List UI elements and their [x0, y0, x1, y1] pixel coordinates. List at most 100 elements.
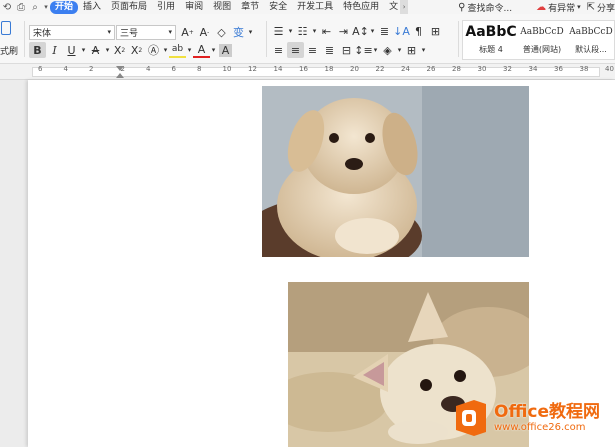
tab-scroll-right-icon[interactable]: › [400, 0, 409, 14]
chevron-down-icon[interactable]: ▾ [396, 42, 403, 58]
grow-font-icon[interactable]: A + [179, 24, 196, 40]
style-preview: AaBbCcD [520, 27, 564, 37]
tab-start[interactable]: 开始 [50, 0, 79, 14]
print-preview-icon[interactable]: ⌕ [28, 0, 42, 14]
chevron-down-icon[interactable]: ▾ [287, 23, 294, 39]
horizontal-ruler[interactable]: 6 4 2 2 4 6 8 10 12 14 16 18 20 22 24 26 28 30 32 34 36 38 40 [0, 64, 615, 80]
underline-icon[interactable]: U [63, 42, 80, 58]
subscript-icon[interactable]: X2 [128, 42, 145, 58]
ruler-number: 8 [197, 65, 202, 73]
style-normal-web[interactable]: AaBbCcD 普通(网站) [517, 23, 567, 55]
ruler-number: 24 [401, 65, 410, 73]
increase-indent-icon[interactable]: ⇥ [335, 23, 352, 39]
align-left-icon[interactable]: ≡ [270, 42, 287, 58]
tab-page-layout[interactable]: 页面布局 [106, 0, 152, 14]
text-direction-icon[interactable]: A↕ [352, 23, 369, 39]
ruler-number: 18 [324, 65, 334, 73]
chinese-layout-icon[interactable]: ≣ [376, 23, 393, 39]
text-effect-icon[interactable]: Ⓐ [145, 42, 162, 58]
first-line-indent-marker[interactable] [116, 66, 124, 71]
highlight-icon[interactable]: ab [169, 42, 186, 58]
borders-icon[interactable]: ⊞ [403, 42, 420, 58]
character-shading-icon[interactable]: A [219, 43, 232, 57]
print-icon[interactable]: ⎙ [14, 0, 28, 14]
tab-developer[interactable]: 开发工具 [292, 0, 338, 14]
chevron-down-icon[interactable]: ▾ [80, 42, 87, 58]
ruler-number: 40 [605, 65, 614, 73]
share-label: 分享 [596, 3, 615, 14]
strikethrough-icon[interactable]: A [87, 42, 104, 58]
share-button[interactable]: ⇱ 分享 [587, 1, 615, 14]
format-painter-button[interactable]: 式刷 [0, 20, 22, 57]
search-command[interactable]: ⚲ 查找命令... [458, 1, 512, 14]
ruler-number: 2 [89, 65, 94, 73]
ruler-number: 28 [452, 65, 461, 73]
document-page[interactable]: Office教程网 www.office26.com [28, 80, 615, 447]
superscript-icon[interactable]: X2 [111, 42, 128, 58]
chevron-down-icon[interactable]: ▾ [311, 23, 318, 39]
tab-chapter[interactable]: 章节 [236, 0, 264, 14]
font-name-select[interactable]: 宋体 ▾ [29, 24, 115, 40]
paragraph-row-2: ≡ ≡ ≡ ≣ ⊟ ↕≡ ▾ ◈ ▾ ⊞ ▾ [270, 42, 427, 58]
separator [24, 21, 25, 57]
shading-icon[interactable]: ◈ [379, 42, 396, 58]
left-indent-marker[interactable] [116, 73, 124, 78]
phonetic-guide-icon[interactable]: 变 [230, 24, 247, 40]
tab-review[interactable]: 审阅 [180, 0, 208, 14]
chevron-down-icon[interactable]: ▾ [420, 42, 427, 58]
table-tools-icon[interactable]: ⊞ [427, 23, 444, 39]
distribute-icon[interactable]: ⊟ [338, 42, 355, 58]
paintbrush-icon [1, 21, 11, 35]
chevron-down-icon[interactable]: ▾ [210, 42, 217, 58]
format-painter-label: 式刷 [0, 47, 19, 57]
tab-more[interactable]: 文 [384, 0, 400, 14]
font-size-select[interactable]: 三号 ▾ [116, 24, 176, 40]
tab-special-apps[interactable]: 特色应用 [338, 0, 384, 14]
ruler-number: 10 [222, 65, 232, 73]
ruler-number: 30 [477, 65, 487, 73]
style-heading-4[interactable]: AaBbC 标题 4 [465, 23, 517, 55]
chevron-down-icon[interactable]: ▾ [186, 42, 193, 58]
tab-references[interactable]: 引用 [152, 0, 180, 14]
tab-view[interactable]: 视图 [208, 0, 236, 14]
chevron-down-icon: ▾ [107, 28, 111, 36]
menu-bar: ⟲ ⎙ ⌕ ▾ 开始 插入 页面布局 引用 审阅 视图 章节 安全 开发工具 特… [0, 0, 615, 14]
chevron-down-icon[interactable]: ▾ [369, 23, 376, 39]
justify-icon[interactable]: ≣ [321, 42, 338, 58]
chevron-down-icon[interactable]: ▾ [372, 42, 379, 58]
show-hide-marks-icon[interactable]: ¶ [410, 23, 427, 39]
font-color-icon[interactable]: A [193, 42, 210, 58]
shrink-font-icon[interactable]: A- [196, 24, 213, 40]
tab-security[interactable]: 安全 [264, 0, 292, 14]
style-preview: AaBbC [465, 24, 517, 40]
clear-format-icon[interactable]: ◇ [213, 24, 230, 40]
font-row: 宋体 ▾ 三号 ▾ A + A- ◇ 变 ▾ [29, 24, 254, 40]
ruler-number: 12 [248, 65, 257, 73]
bullet-list-icon[interactable]: ☰ [270, 23, 287, 39]
chevron-down-icon[interactable]: ▾ [42, 0, 50, 14]
chevron-down-icon[interactable]: ▾ [162, 42, 169, 58]
style-default-paragraph[interactable]: AaBbCcD 默认段... [567, 23, 615, 55]
decrease-indent-icon[interactable]: ⇤ [318, 23, 335, 39]
italic-icon[interactable]: I [46, 42, 63, 58]
watermark-brand: Office教程网 [494, 402, 601, 422]
chevron-down-icon[interactable]: ▾ [104, 42, 111, 58]
tab-insert[interactable]: 插入 [78, 0, 106, 14]
numbered-list-icon[interactable]: ☷ [294, 23, 311, 39]
office-logo-icon [456, 400, 486, 436]
chevron-down-icon[interactable]: ▾ [247, 24, 254, 40]
document-image-puppy[interactable] [262, 86, 529, 257]
ruler-number: 32 [503, 65, 512, 73]
cloud-warning-icon: ☁ [536, 1, 547, 13]
bold-icon[interactable]: B [29, 42, 46, 58]
undo-icon[interactable]: ⟲ [0, 0, 14, 14]
ruler-number: 4 [63, 65, 68, 73]
sync-status[interactable]: ☁ 有异常 ▾ [536, 1, 581, 14]
align-center-icon[interactable]: ≡ [287, 42, 304, 58]
share-icon: ⇱ [586, 1, 595, 13]
align-right-icon[interactable]: ≡ [304, 42, 321, 58]
sort-icon[interactable]: ↓A [393, 23, 410, 39]
line-spacing-icon[interactable]: ↕≡ [354, 42, 372, 58]
style-name: 默认段... [575, 45, 607, 54]
ruler-number: 34 [528, 65, 538, 73]
